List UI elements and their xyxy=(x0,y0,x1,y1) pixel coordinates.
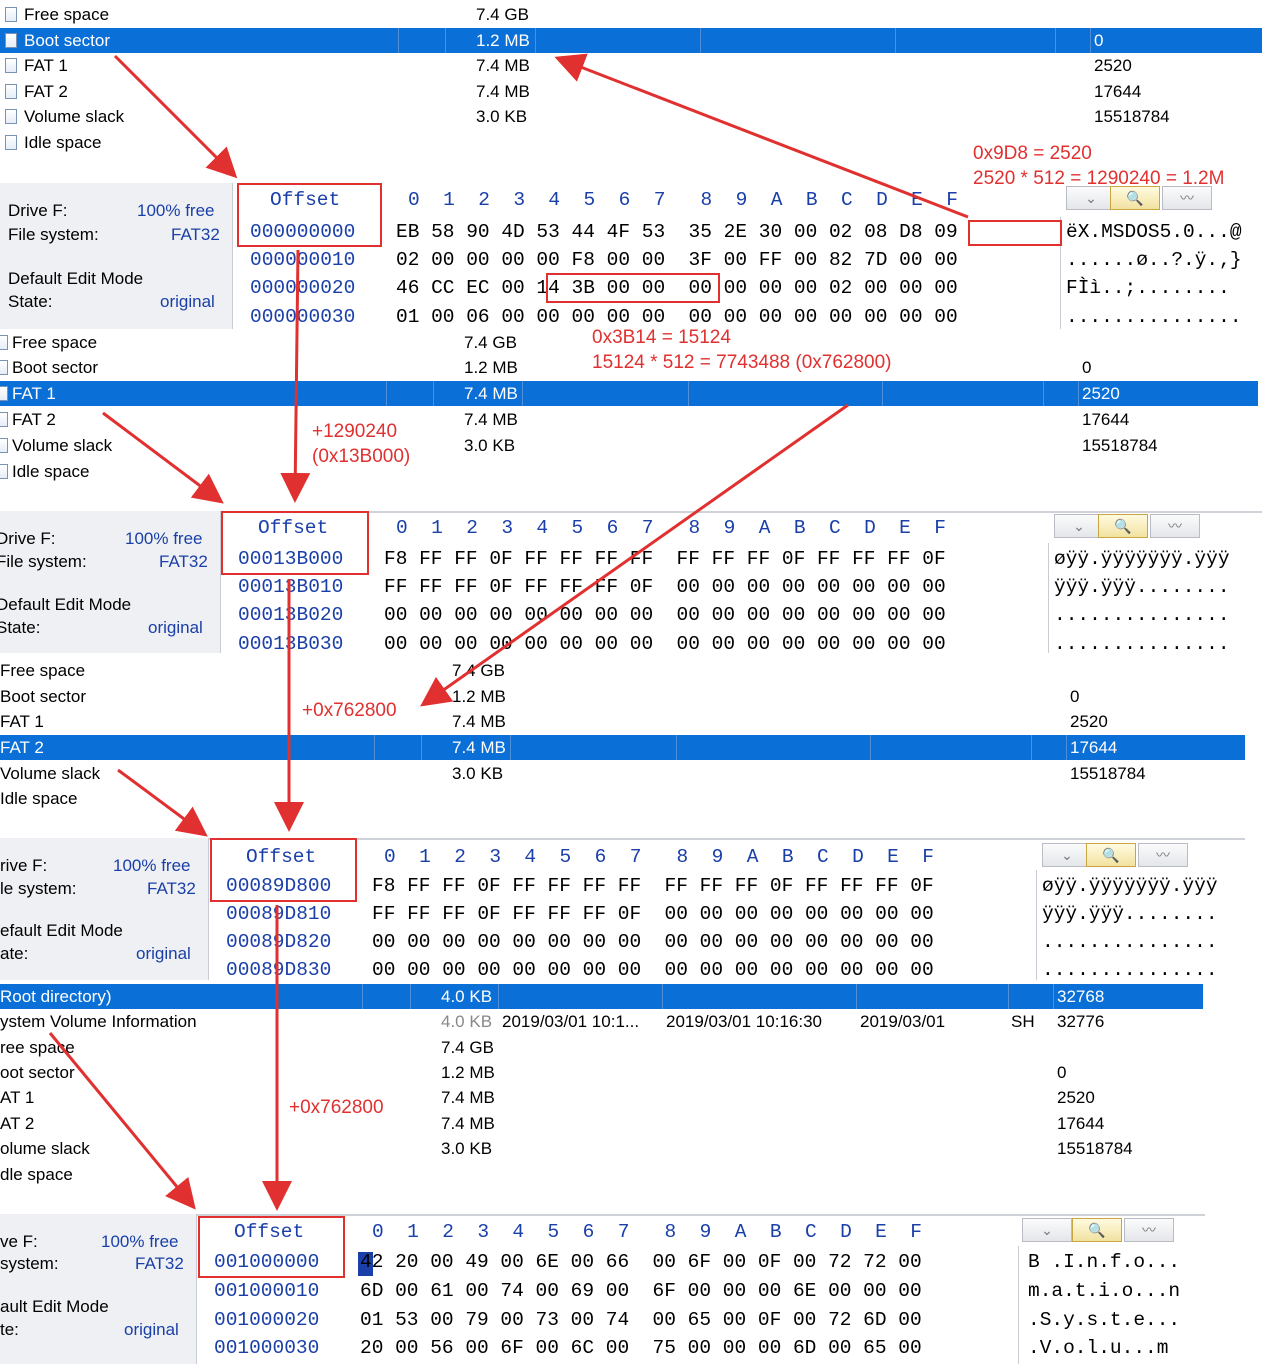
arrow xyxy=(117,768,208,837)
arrow xyxy=(420,403,849,707)
arrow xyxy=(48,1032,196,1210)
arrow xyxy=(113,54,238,179)
arrow xyxy=(102,411,224,504)
arrow xyxy=(280,249,311,503)
arrow xyxy=(554,53,969,219)
annotation-arrows xyxy=(48,53,969,1211)
